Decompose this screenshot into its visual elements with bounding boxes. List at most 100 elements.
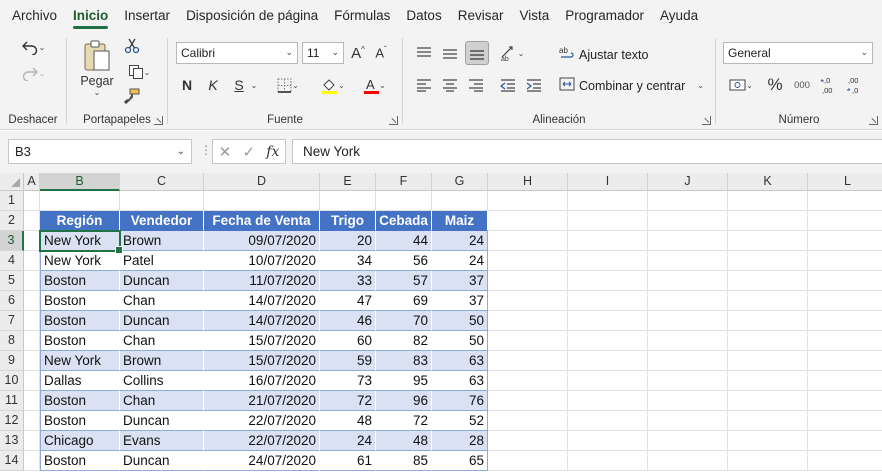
grid-cell[interactable] — [24, 231, 40, 251]
row-header-9[interactable]: 9 — [0, 351, 24, 371]
table-cell[interactable]: Chicago — [40, 431, 120, 451]
grid-cell[interactable] — [808, 311, 882, 331]
table-cell[interactable]: Brown — [120, 231, 204, 251]
grid-cell[interactable] — [24, 351, 40, 371]
table-cell[interactable]: Chan — [120, 391, 204, 411]
font-dialog-launcher-icon[interactable] — [389, 116, 398, 125]
grid-cell[interactable] — [648, 191, 728, 211]
cancel-icon[interactable]: ✕ — [219, 143, 232, 161]
table-cell[interactable]: 48 — [376, 431, 432, 451]
table-cell[interactable]: 72 — [376, 411, 432, 431]
table-cell[interactable]: Brown — [120, 351, 204, 371]
fill-color-button[interactable]: ⌄ — [316, 75, 350, 95]
table-cell[interactable]: 50 — [432, 331, 488, 351]
row-header-5[interactable]: 5 — [0, 271, 24, 291]
column-header-f[interactable]: F — [376, 173, 432, 191]
table-cell[interactable]: 20 — [320, 231, 376, 251]
select-all-button[interactable] — [0, 173, 24, 191]
grid-cell[interactable] — [728, 191, 808, 211]
table-cell[interactable]: 59 — [320, 351, 376, 371]
borders-button[interactable]: ⌄ — [272, 75, 304, 95]
column-header-e[interactable]: E — [320, 173, 376, 191]
grid-cell[interactable] — [24, 331, 40, 351]
table-cell[interactable]: 61 — [320, 451, 376, 471]
align-middle-button[interactable] — [439, 42, 461, 64]
tab-inicio[interactable]: Inicio — [65, 0, 116, 32]
cut-button[interactable] — [122, 36, 142, 56]
insert-function-button[interactable]: fx — [266, 144, 279, 160]
column-header-c[interactable]: C — [120, 173, 204, 191]
table-cell[interactable]: 56 — [376, 251, 432, 271]
grid-cell[interactable] — [488, 391, 568, 411]
grid-cell[interactable] — [648, 271, 728, 291]
grid-cell[interactable] — [568, 331, 648, 351]
grid-cell[interactable] — [808, 191, 882, 211]
grid-cell[interactable] — [568, 251, 648, 271]
underline-dropdown[interactable]: ⌄ — [248, 75, 260, 95]
column-header-i[interactable]: I — [568, 173, 648, 191]
table-cell[interactable]: 34 — [320, 251, 376, 271]
table-cell[interactable]: 24 — [432, 251, 488, 271]
font-color-button[interactable]: A ⌄ — [358, 75, 392, 95]
tab-programador[interactable]: Programador — [557, 0, 652, 32]
table-cell[interactable]: 24 — [432, 231, 488, 251]
grid-cell[interactable] — [24, 431, 40, 451]
grid-cell[interactable] — [808, 271, 882, 291]
grid-cell[interactable] — [648, 431, 728, 451]
grid-cell[interactable] — [728, 211, 808, 231]
column-header-a[interactable]: A — [24, 173, 40, 191]
grid-cell[interactable] — [24, 271, 40, 291]
number-dialog-launcher-icon[interactable] — [869, 116, 878, 125]
table-cell[interactable]: 52 — [432, 411, 488, 431]
grid-cell[interactable] — [568, 211, 648, 231]
thousands-button[interactable]: 000 — [790, 75, 814, 95]
table-cell[interactable]: 37 — [432, 291, 488, 311]
table-cell[interactable]: Boston — [40, 271, 120, 291]
grid-cell[interactable] — [24, 411, 40, 431]
grid-cell[interactable] — [808, 451, 882, 471]
table-cell[interactable]: Patel — [120, 251, 204, 271]
formula-input[interactable]: New York — [292, 139, 882, 164]
table-cell[interactable]: Boston — [40, 391, 120, 411]
grid-cell[interactable] — [648, 331, 728, 351]
grid-cell[interactable] — [40, 191, 120, 211]
grid-cell[interactable] — [808, 431, 882, 451]
grid-cell[interactable] — [648, 391, 728, 411]
grid-cell[interactable] — [648, 371, 728, 391]
align-right-button[interactable] — [465, 75, 487, 95]
row-header-6[interactable]: 6 — [0, 291, 24, 311]
grid-cell[interactable] — [488, 451, 568, 471]
spreadsheet-grid[interactable]: A B C D E F G H I J K L 1 2 3 4 5 6 7 8 9 10 11 12 13 14 Región Ven… — [0, 173, 882, 472]
grid-cell[interactable] — [648, 451, 728, 471]
grid-cell[interactable] — [568, 291, 648, 311]
grid-cell[interactable] — [808, 331, 882, 351]
table-cell[interactable]: 09/07/2020 — [204, 231, 320, 251]
table-cell[interactable]: 37 — [432, 271, 488, 291]
table-cell[interactable]: New York — [40, 231, 120, 251]
table-cell[interactable]: 46 — [320, 311, 376, 331]
grid-cell[interactable] — [24, 191, 40, 211]
table-cell[interactable]: 14/07/2020 — [204, 291, 320, 311]
table-cell[interactable]: 63 — [432, 371, 488, 391]
grid-cell[interactable] — [24, 391, 40, 411]
paste-button[interactable]: Pegar ⌄ — [77, 36, 117, 100]
grid-cell[interactable] — [648, 311, 728, 331]
row-header-4[interactable]: 4 — [0, 251, 24, 271]
table-cell[interactable]: 24/07/2020 — [204, 451, 320, 471]
table-cell[interactable]: 11/07/2020 — [204, 271, 320, 291]
decrease-font-button[interactable]: Aˇ — [371, 43, 391, 63]
grid-cell[interactable] — [648, 231, 728, 251]
grid-cell[interactable] — [568, 371, 648, 391]
table-header-cell[interactable]: Región — [40, 211, 120, 231]
grid-cell[interactable] — [728, 391, 808, 411]
grid-cell[interactable] — [728, 371, 808, 391]
grid-cell[interactable] — [120, 191, 204, 211]
increase-decimal-button[interactable]: ,0,00 — [818, 73, 842, 97]
tab-insertar[interactable]: Insertar — [116, 0, 178, 32]
table-cell[interactable]: 70 — [376, 311, 432, 331]
alignment-dialog-launcher-icon[interactable] — [702, 116, 711, 125]
grid-cell[interactable] — [728, 351, 808, 371]
row-header-2[interactable]: 2 — [0, 211, 24, 231]
grid-cell[interactable] — [808, 351, 882, 371]
table-cell[interactable]: Duncan — [120, 411, 204, 431]
